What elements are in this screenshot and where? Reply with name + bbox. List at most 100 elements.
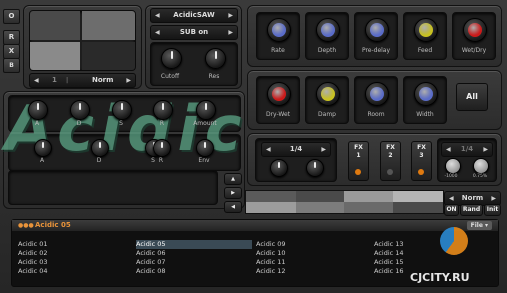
pattern-rand-button[interactable]: Rand [460, 204, 483, 216]
pattern-strip[interactable] [245, 190, 444, 214]
wave-selector[interactable]: ◀ AcidicSAW ▶ [150, 8, 238, 23]
glide-value-1: -1000 [444, 174, 458, 179]
fx-top-knob[interactable] [316, 18, 340, 42]
fx-mid-knob-box: Width [403, 76, 447, 124]
env-knob-label: S [119, 120, 123, 127]
preset-item[interactable]: Acidic 11 [256, 258, 372, 267]
env-knob[interactable] [196, 139, 214, 157]
env-knob[interactable] [196, 100, 216, 120]
env-knob-label: A [39, 157, 45, 164]
env-knob[interactable] [153, 139, 171, 157]
chorus-fx-panel: Rate Depth Pre-delay Feed Wet/Dry [247, 5, 502, 67]
fx-mid-knob[interactable] [316, 82, 340, 106]
preset-item[interactable]: Acidic 10 [256, 249, 372, 258]
preset-item[interactable]: Acidic 15 [374, 258, 490, 267]
division-selector[interactable]: ◀ 1/4 ▶ [261, 142, 331, 157]
synth-window: O R X B ◀ 1 | Norm ▶ ◀ AcidicSAW ▶ ◀ SUB… [0, 0, 507, 293]
fx1-button[interactable]: FX 1 [348, 141, 369, 181]
performance-row [8, 170, 218, 205]
fx-top-knob[interactable] [267, 18, 291, 42]
fx-top-knob-box: Rate [256, 12, 300, 60]
side-button-1[interactable]: R [3, 30, 20, 45]
left-arrow-icon[interactable]: ◀ [155, 9, 160, 22]
right-arrow-icon[interactable]: ▶ [228, 26, 233, 39]
fx1-number: 1 [356, 152, 361, 159]
preset-item[interactable]: Acidic 12 [256, 267, 372, 276]
env-knob[interactable] [70, 100, 90, 120]
scroll-right-button[interactable]: ▶ [224, 187, 242, 199]
env-knob[interactable] [153, 100, 173, 120]
pad-mode-selector[interactable]: ◀ 1 | Norm ▶ [29, 73, 136, 88]
fx-mid-knob-box: Dry-Wet [256, 76, 300, 124]
fx3-label: FX [417, 144, 426, 151]
right-arrow-icon[interactable]: ▶ [483, 143, 488, 156]
cutoff-knob[interactable] [161, 48, 182, 69]
preset-item[interactable]: Acidic 09 [256, 240, 372, 249]
pattern-on-button[interactable]: ON [444, 204, 459, 216]
scroll-down-button[interactable]: ◀ [224, 201, 242, 213]
preset-item[interactable]: Acidic 02 [18, 249, 134, 258]
glide-value-2: 0.75% [472, 174, 488, 179]
division-label: 1/4 [289, 145, 303, 153]
preset-item[interactable]: Acidic 06 [136, 249, 252, 258]
sub-label: SUB on [179, 28, 209, 36]
fx-top-knob[interactable] [414, 18, 438, 42]
left-arrow-icon[interactable]: ◀ [34, 74, 39, 87]
oscillator-panel: ◀ AcidicSAW ▶ ◀ SUB on ▶ Cutoff Res [145, 5, 242, 89]
fx-top-knob-label: Wet/Dry [461, 47, 487, 54]
preset-item[interactable]: Acidic 13 [374, 240, 490, 249]
side-button-0[interactable]: O [3, 9, 20, 24]
browser-header: ●●● Acidic 05 File ▾ [12, 220, 498, 231]
preset-item[interactable]: Acidic 14 [374, 249, 490, 258]
glide-knob-2[interactable] [473, 158, 489, 174]
preset-item[interactable]: Acidic 07 [136, 258, 252, 267]
left-arrow-icon[interactable]: ◀ [266, 143, 271, 156]
side-button-3[interactable]: B [3, 58, 20, 73]
preset-item[interactable]: Acidic 05 [136, 240, 252, 249]
env-knob-label: D [76, 120, 82, 127]
preset-item[interactable]: Acidic 04 [18, 267, 134, 276]
side-button-2[interactable]: X [3, 44, 20, 59]
file-menu-button[interactable]: File ▾ [466, 221, 492, 230]
xy-pad-panel: ◀ 1 | Norm ▶ [23, 5, 142, 89]
sub-selector[interactable]: ◀ SUB on ▶ [150, 25, 238, 40]
fx-top-knob[interactable] [463, 18, 487, 42]
pad-selector-value: 1 [52, 76, 57, 84]
glide-section: ◀ 1/4 ▶ -1000 0.75% [437, 138, 497, 182]
left-arrow-icon[interactable]: ◀ [155, 26, 160, 39]
glide-knob-1[interactable] [445, 158, 461, 174]
fx-mid-knob[interactable] [414, 82, 438, 106]
pad-mode-label: Norm [92, 76, 114, 84]
env-knob-label: Env [198, 157, 210, 164]
right-arrow-icon[interactable]: ▶ [228, 9, 233, 22]
fx-mid-knob[interactable] [267, 82, 291, 106]
env-knob[interactable] [112, 100, 132, 120]
xy-pad[interactable] [29, 10, 136, 71]
glide-selector[interactable]: ◀ 1/4 ▶ [441, 142, 493, 157]
fx-routing-panel: ◀ 1/4 ▶ FX 1 FX 2 FX 3 ◀ 1/4 ▶ -1000 0.7… [247, 133, 502, 186]
right-arrow-icon[interactable]: ▶ [321, 143, 326, 156]
env-knob[interactable] [28, 100, 48, 120]
fx-top-knob[interactable] [365, 18, 389, 42]
division-knob-1[interactable] [270, 159, 288, 177]
division-knob-2[interactable] [306, 159, 324, 177]
fx-mid-knob[interactable] [365, 82, 389, 106]
preset-item[interactable]: Acidic 03 [18, 258, 134, 267]
fx-mid-knob-label: Room [367, 111, 385, 118]
watermark: CJCITY.RU [410, 271, 470, 284]
preset-item[interactable]: Acidic 01 [18, 240, 134, 249]
right-arrow-icon[interactable]: ▶ [126, 74, 131, 87]
fx3-number: 3 [419, 152, 424, 159]
scroll-up-button[interactable]: ▲ [224, 173, 242, 185]
env-knob[interactable] [91, 139, 109, 157]
left-arrow-icon[interactable]: ◀ [446, 143, 451, 156]
fx3-button[interactable]: FX 3 [411, 141, 432, 181]
env-knob[interactable] [34, 139, 52, 157]
fx2-label: FX [386, 144, 395, 151]
fx2-led [387, 169, 393, 175]
pattern-init-button[interactable]: Init [484, 204, 501, 216]
preset-item[interactable]: Acidic 08 [136, 267, 252, 276]
res-knob[interactable] [205, 48, 226, 69]
all-button[interactable]: All [456, 83, 488, 111]
fx2-button[interactable]: FX 2 [380, 141, 401, 181]
